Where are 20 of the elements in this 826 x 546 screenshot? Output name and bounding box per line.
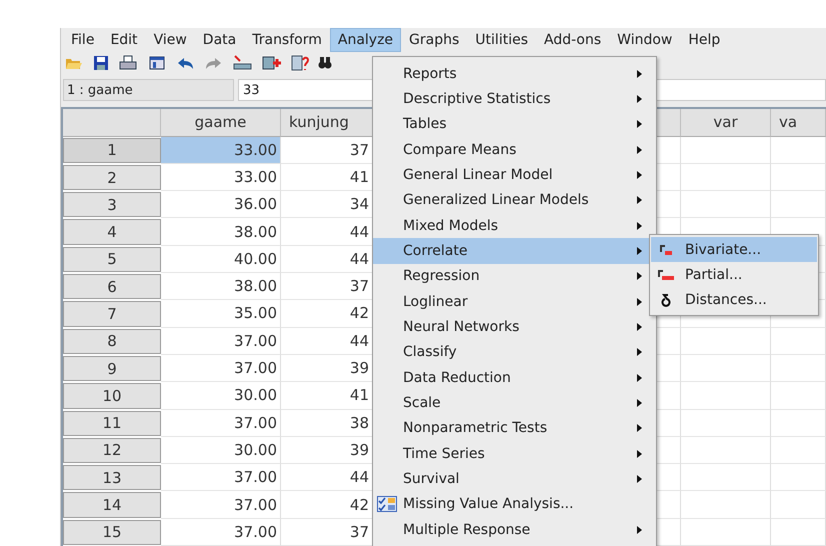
table-cell: 38.00 — [161, 273, 281, 300]
table-cell: 37.00 — [161, 328, 281, 355]
table-cell: 36.00 — [161, 191, 281, 218]
table-cell: 37.00 — [161, 491, 281, 519]
table-cell: 40.00 — [161, 246, 281, 274]
table-cell: 37.00 — [161, 410, 281, 437]
table-cell: 38 — [281, 410, 373, 437]
table-cell: 35.00 — [161, 300, 281, 328]
table-cell: 33.00 — [161, 136, 281, 164]
table-cell: 37.00 — [161, 464, 281, 492]
cell-name-field: 1 : gaame — [63, 79, 234, 102]
table-cell: 44 — [281, 328, 373, 355]
table-cell: 38.00 — [161, 218, 281, 246]
table-cell: 30.00 — [161, 382, 281, 410]
table-cell: 37.00 — [161, 354, 281, 382]
table-cell: 37 — [281, 136, 373, 164]
table-cell: 30.00 — [161, 436, 281, 464]
table-cell: 33.00 — [161, 164, 281, 192]
table-cell: 37.00 — [161, 518, 281, 546]
table-cell: 37 — [281, 518, 373, 546]
